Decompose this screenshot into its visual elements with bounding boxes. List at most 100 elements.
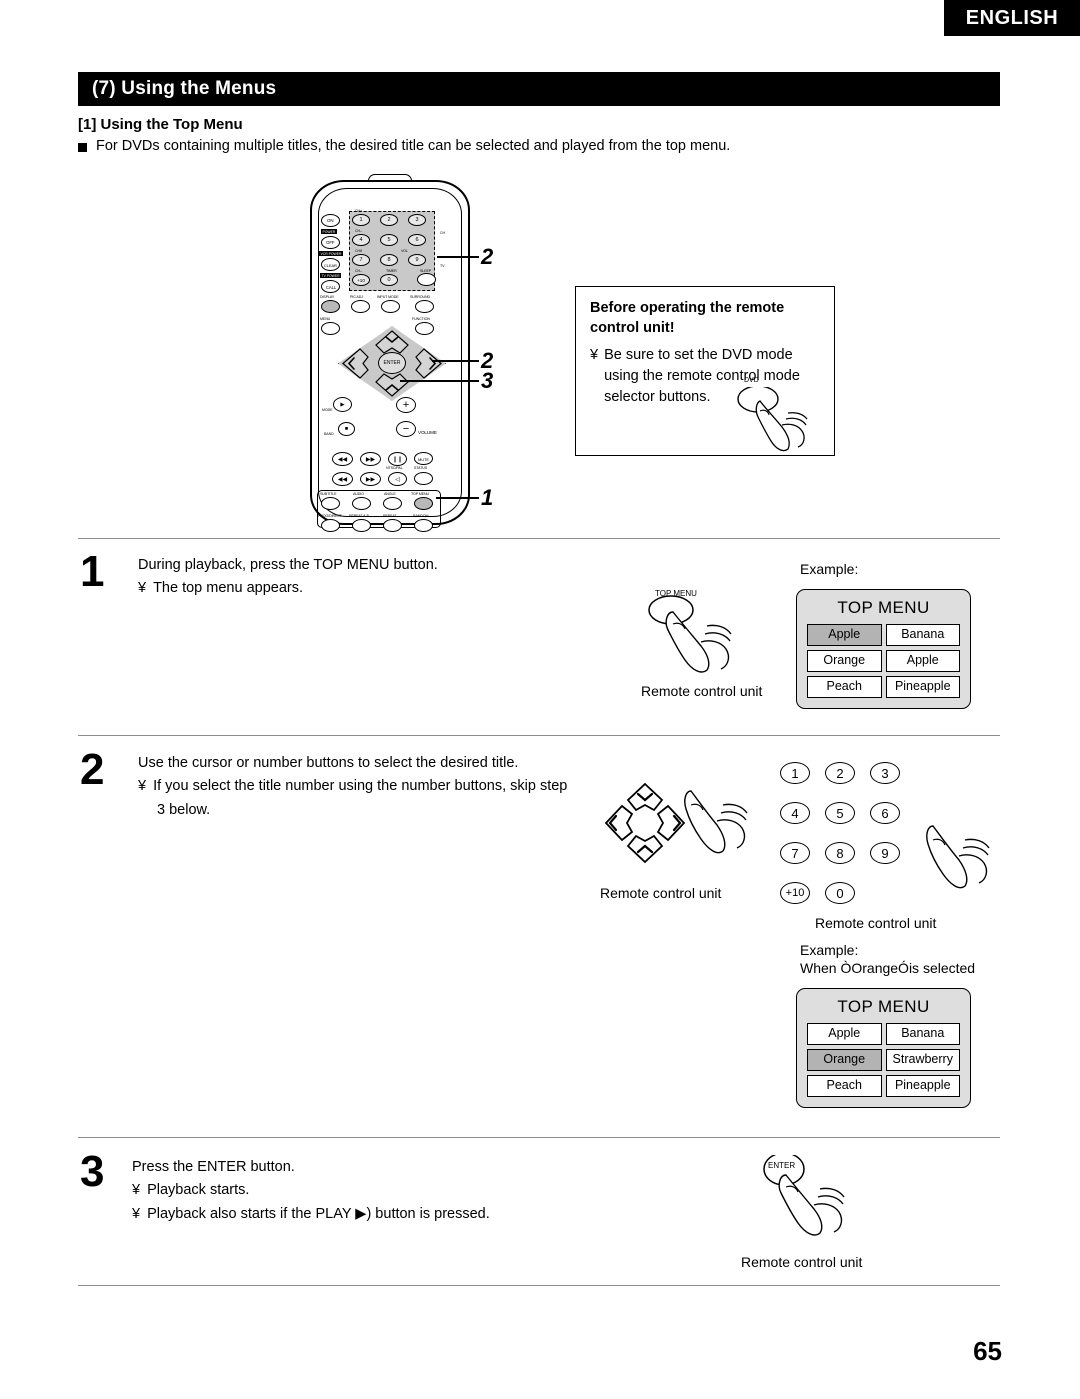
step-2-top-menu-title: TOP MENU (837, 997, 930, 1016)
remote-key-audio (352, 497, 371, 510)
remote-key-on-label: ON (327, 218, 334, 223)
step-3-press-caption: Remote control unit (741, 1254, 863, 1270)
remote-control-illustration: ON POWER OFF VCR POWER CLEAR TV POWER CA… (300, 174, 530, 532)
remote-side-label-ch: CH (440, 231, 445, 235)
note-bullet-mark: ¥ (590, 347, 599, 364)
top-menu-cell-peach[interactable]: Peach (807, 676, 882, 698)
remote-label-subtitle: SUBTITLE (320, 492, 337, 496)
step-3-sub-2: ¥ Playback also starts if the PLAY ▶) bu… (132, 1203, 592, 1226)
square-bullet-icon (78, 143, 87, 152)
numpad-key-8[interactable]: 8 (825, 842, 855, 864)
step-3-sub-1: ¥ Playback starts. (132, 1179, 592, 1202)
divider-3 (78, 1137, 1000, 1138)
remote-key-status (414, 472, 433, 485)
step-2-line1: Use the cursor or number buttons to sele… (138, 755, 519, 771)
top-menu2-cell-orange-selected[interactable]: Orange (807, 1049, 882, 1071)
remote-label-audio: AUDIO (353, 492, 364, 496)
step-1-top-menu-screen: TOP MENU Apple Banana Orange Apple Peach… (796, 589, 971, 709)
hand-pointing-cursor-icon (684, 790, 748, 854)
note-box-title-line1: Before operating the remote (590, 300, 785, 316)
step-1-line2: The top menu appears. (153, 580, 304, 597)
top-menu2-cell-peach[interactable]: Peach (807, 1075, 882, 1097)
numpad-key-1[interactable]: 1 (780, 762, 810, 784)
remote-label-function: FUNCTION (412, 317, 430, 321)
divider-4 (78, 1285, 1000, 1286)
step-2-bullet-mark: ¥ (138, 778, 147, 795)
numpad-key-5[interactable]: 5 (825, 802, 855, 824)
remote-label-power: POWER (321, 229, 337, 235)
numpad-key-9[interactable]: 9 (870, 842, 900, 864)
language-tab: ENGLISH (944, 0, 1080, 36)
top-menu2-cell-apple[interactable]: Apple (807, 1023, 882, 1045)
divider-1 (78, 538, 1000, 539)
step-1-button-press-illustration: TOP MENU (645, 589, 765, 682)
step-1-sub: ¥ The top menu appears. (138, 577, 558, 600)
step-1-top-menu-grid: Apple Banana Orange Apple Peach Pineappl… (807, 624, 960, 698)
remote-key-off-label: OFF (326, 240, 335, 245)
remote-label-angle: ANGLE (384, 492, 396, 496)
numpad-key-plus10[interactable]: +10 (780, 882, 810, 904)
remote-label-pic-adj: PIC ADJ (350, 295, 363, 299)
numpad-key-2[interactable]: 2 (825, 762, 855, 784)
intro-bullet: For DVDs containing multiple titles, the… (78, 138, 730, 154)
remote-label-surround: SURROUND (410, 295, 430, 299)
top-menu-cell-apple-selected[interactable]: Apple (807, 624, 882, 646)
numpad-key-4[interactable]: 4 (780, 802, 810, 824)
remote-key-clear-label: CLEAR (324, 262, 337, 268)
remote-label-repeat-ab: REPEAT A-B (349, 514, 369, 518)
remote-key-volume-up: + (396, 397, 416, 413)
hand-pressing-top-menu-icon (648, 595, 732, 673)
callout-number-enter: 3 (481, 368, 494, 393)
top-menu2-cell-pineapple[interactable]: Pineapple (885, 1075, 960, 1097)
remote-key-play: ▶ (333, 397, 352, 412)
hand-pressing-dvd-icon (737, 387, 808, 452)
remote-key-7: 7 (352, 254, 370, 266)
dvd-button-press-illustration: DVD (736, 377, 826, 457)
page-title: (7) Using the Menus (92, 78, 277, 99)
remote-label-mode: MODE (322, 408, 333, 412)
remote-key-repeat-ab (352, 519, 371, 532)
step-3-number: 3 (80, 1147, 105, 1196)
step-2-number: 2 (80, 745, 105, 794)
press-button-label-top-menu: TOP MENU (655, 589, 697, 598)
remote-key-input-mode (381, 300, 400, 313)
remote-key-angle (383, 497, 402, 510)
press-button-label-enter: ENTER (768, 1161, 796, 1170)
remote-key-9: 9 (408, 254, 426, 266)
remote-key-subtitle (321, 497, 340, 510)
top-menu2-cell-strawberry[interactable]: Strawberry (885, 1049, 960, 1071)
note-box-title: Before operating the remote control unit… (590, 299, 820, 338)
note-body-line1: Be sure to set the DVD mode (604, 347, 793, 364)
remote-label-band: BAND (324, 432, 334, 436)
numpad-key-3[interactable]: 3 (870, 762, 900, 784)
step-2-hand-numpad (925, 820, 1010, 905)
note-body-line2: using the remote control mode (604, 368, 800, 385)
top-menu2-cell-banana[interactable]: Banana (885, 1023, 960, 1045)
callout-leader-4 (436, 497, 479, 499)
top-menu-cell-pineapple[interactable]: Pineapple (885, 676, 960, 698)
step-3-line2: Playback starts. (147, 1182, 250, 1199)
step-1-number: 1 (80, 547, 105, 596)
top-menu-cell-orange[interactable]: Orange (807, 650, 882, 672)
remote-key-enter: ENTER (378, 352, 406, 374)
step-3-line3-post: ) button is pressed. (366, 1205, 490, 1222)
top-menu-cell-apple-2[interactable]: Apple (885, 650, 960, 672)
step-2-top-menu-grid: Apple Banana Orange Strawberry Peach Pin… (807, 1023, 960, 1097)
step-2-example-sub: When ÒOrangeÓis selected (800, 960, 976, 976)
numpad-key-0[interactable]: 0 (825, 882, 855, 904)
step-3-bullet-mark-2: ¥ (132, 1205, 141, 1222)
numpad-key-6[interactable]: 6 (870, 802, 900, 824)
remote-key-next: ▶▶ (360, 452, 381, 466)
remote-numpad-label-timer: TIMER (386, 269, 397, 273)
top-menu-cell-banana[interactable]: Banana (885, 624, 960, 646)
remote-label-top-menu: TOP MENU (411, 492, 430, 496)
remote-label-tv-power: TV POWER (320, 273, 342, 279)
remote-key-rewind: ◀◀ (332, 472, 353, 486)
language-tab-label: ENGLISH (965, 6, 1059, 29)
remote-key-volume-down: − (396, 421, 416, 437)
remote-key-8: 8 (380, 254, 398, 266)
numpad-key-7[interactable]: 7 (780, 842, 810, 864)
remote-key-top-menu (414, 497, 433, 510)
remote-label-mute: MUTE (418, 456, 429, 462)
step-1-top-menu-title: TOP MENU (837, 598, 930, 617)
